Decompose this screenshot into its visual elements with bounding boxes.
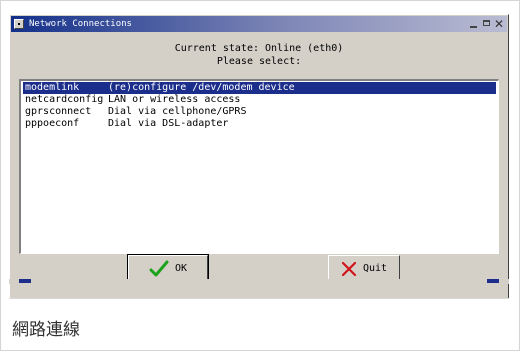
select-prompt: Please select: [216, 56, 302, 67]
caption-divider [9, 298, 509, 299]
window-controls: ✕ [467, 17, 505, 31]
item-name: modemlink [25, 82, 80, 93]
item-description: (re)configure /dev/modem device [108, 82, 295, 93]
status-header: Current state: Online (eth0) Please sele… [10, 42, 508, 68]
network-connections-dialog: Network Connections ✕ Current state: Onl… [9, 14, 509, 299]
close-icon[interactable]: ✕ [493, 18, 505, 30]
list-item[interactable]: gprsconnect Dial via cellphone/GPRS [23, 106, 496, 118]
bottom-scrollbar[interactable] [9, 279, 509, 284]
current-state-text: Current state: Online (eth0) [174, 43, 344, 54]
item-name: pppoeconf [25, 118, 80, 129]
list-item[interactable]: netcardconfig LAN or wireless access [23, 94, 496, 106]
list-item[interactable]: modemlink (re)configure /dev/modem device [23, 82, 496, 94]
item-description: Dial via cellphone/GPRS [108, 106, 247, 117]
list-item[interactable]: pppoeconf Dial via DSL-adapter [23, 118, 496, 130]
ok-button-label: OK [174, 263, 188, 274]
ok-button[interactable]: OK [127, 254, 209, 283]
caption: 網路連線 [12, 320, 80, 340]
window-menu-button[interactable] [14, 19, 24, 29]
x-icon [341, 261, 357, 277]
item-description: Dial via DSL-adapter [108, 118, 229, 129]
item-name: gprsconnect [25, 106, 92, 117]
title-bar[interactable]: Network Connections ✕ [11, 16, 507, 32]
quit-button-label: Quit [362, 263, 388, 274]
scroll-right-arrow[interactable] [487, 279, 499, 283]
maximize-icon[interactable] [480, 18, 492, 30]
window-title: Network Connections [29, 19, 132, 29]
scroll-left-arrow[interactable] [19, 279, 31, 283]
connection-list[interactable]: modemlink (re)configure /dev/modem device… [19, 79, 499, 254]
minimize-icon[interactable] [467, 18, 479, 30]
quit-button[interactable]: Quit [328, 255, 400, 282]
item-name: netcardconfig [25, 94, 104, 105]
item-description: LAN or wireless access [108, 94, 241, 105]
checkmark-icon [149, 260, 169, 278]
